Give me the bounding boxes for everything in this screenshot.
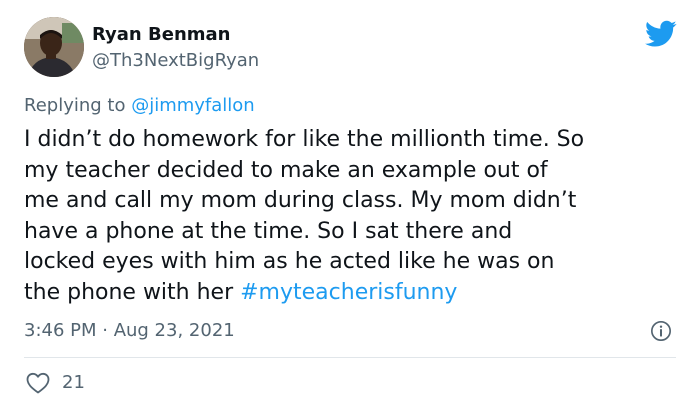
avatar[interactable]	[24, 17, 84, 77]
author-name[interactable]: Ryan Benman	[92, 24, 230, 45]
tweet-timestamp[interactable]: 3:46 PM · Aug 23, 2021	[24, 320, 235, 341]
twitter-bird-icon[interactable]	[645, 20, 677, 48]
reply-context: Replying to @jimmyfallon	[24, 95, 255, 116]
tweet-line-last: the phone with her #myteacherisfunny	[24, 278, 684, 309]
tweet-line: my teacher decided to make an example ou…	[24, 157, 548, 183]
tweet-line: me and call my mom during class. My mom …	[24, 188, 577, 213]
author-handle[interactable]: @Th3NextBigRyan	[92, 50, 259, 71]
tweet-line-text: the phone with her	[24, 279, 241, 305]
tweet-line: have a phone at the time. So I sat there…	[24, 218, 513, 244]
reply-prefix: Replying to	[24, 95, 132, 116]
tweet-line: locked eyes with him as he acted like he…	[24, 249, 555, 274]
tweet-line: I didn’t do homework for like the millio…	[24, 127, 585, 152]
reply-mention-link[interactable]: @jimmyfallon	[131, 95, 255, 116]
tweet-text: I didn’t do homework for like the millio…	[24, 125, 684, 308]
divider	[24, 357, 676, 358]
heart-icon[interactable]	[26, 372, 50, 394]
like-count: 21	[62, 372, 85, 393]
tweet-card: Ryan Benman @Th3NextBigRyan Replying to …	[0, 0, 700, 410]
info-icon[interactable]	[650, 320, 672, 342]
hashtag-link[interactable]: #myteacherisfunny	[240, 280, 457, 305]
avatar-image	[24, 17, 84, 77]
